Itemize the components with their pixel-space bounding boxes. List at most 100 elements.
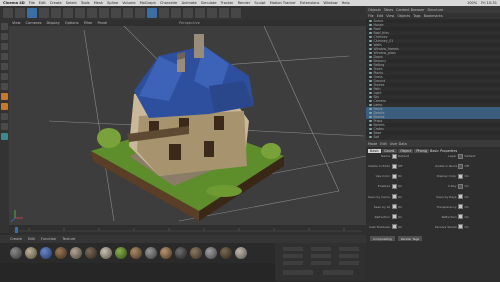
texture-mode-icon[interactable]	[1, 43, 8, 50]
material-swatch[interactable]	[190, 247, 202, 259]
points-mode-icon[interactable]	[1, 63, 8, 70]
viewport-menu-filter[interactable]: Filter	[84, 21, 93, 25]
menu-sculpt[interactable]: Sculpt	[254, 1, 265, 5]
om-menu-view[interactable]: View	[386, 14, 394, 18]
material-swatch[interactable]	[55, 247, 67, 259]
om-menu-bookmarks[interactable]: Bookmarks	[424, 14, 443, 18]
polygons-mode-icon[interactable]	[1, 83, 8, 90]
attribute-checkbox[interactable]	[458, 173, 463, 179]
material-swatch[interactable]	[10, 247, 22, 259]
menu-motion-tracker[interactable]: Motion Tracker	[270, 1, 296, 5]
material-swatch[interactable]	[220, 247, 232, 259]
menu-mograph[interactable]: MoGraph	[140, 1, 156, 5]
edges-mode-icon[interactable]	[1, 73, 8, 80]
menu-create[interactable]: Create	[50, 1, 62, 5]
playhead[interactable]	[15, 227, 18, 233]
om-menu-file[interactable]: File	[368, 14, 374, 18]
attribute-checkbox[interactable]	[391, 183, 397, 189]
tab-content-browser[interactable]: Content Browser	[396, 8, 424, 12]
tab-takes[interactable]: Takes	[384, 8, 393, 12]
attribute-checkbox[interactable]	[391, 214, 397, 220]
menu-window[interactable]: Window	[323, 1, 337, 5]
attribute-checkbox[interactable]	[391, 194, 397, 199]
attribute-row[interactable]: Cast Shadows On	[368, 224, 432, 230]
menu-spline[interactable]: Spline	[107, 1, 118, 5]
menu-edit[interactable]: Edit	[39, 1, 46, 5]
make-editable-icon[interactable]	[1, 23, 8, 30]
menu-animate[interactable]: Animate	[182, 1, 197, 5]
menu-mesh[interactable]: Mesh	[94, 1, 103, 5]
material-swatch[interactable]	[115, 247, 127, 259]
material-swatch[interactable]	[205, 247, 217, 259]
material-menu-edit[interactable]: Edit	[28, 237, 35, 241]
attribute-checkbox[interactable]	[458, 224, 463, 230]
viewport-menu-display[interactable]: Display	[47, 21, 60, 25]
attribute-row[interactable]: Use Color On	[368, 173, 432, 179]
menu-help[interactable]: Help	[342, 1, 350, 5]
material-swatch[interactable]	[85, 247, 97, 259]
material-swatch[interactable]	[235, 247, 247, 259]
cube-icon[interactable]	[147, 8, 157, 18]
viewport-menu-panel[interactable]: Panel	[98, 21, 108, 25]
menu-render[interactable]: Render	[238, 1, 251, 5]
material-swatch[interactable]	[160, 247, 172, 259]
attribute-checkbox[interactable]	[458, 163, 463, 169]
attribute-row[interactable]: X-Ray On	[435, 183, 499, 189]
menu-file[interactable]: File	[29, 1, 35, 5]
attribute-row[interactable]: Name Default	[368, 153, 432, 159]
tab-objects[interactable]: Objects	[368, 8, 381, 12]
enable-axis-icon[interactable]	[1, 93, 8, 100]
workplane-icon[interactable]	[1, 53, 8, 60]
material-menu-texture[interactable]: Texture	[62, 237, 75, 241]
z-axis-icon[interactable]	[99, 8, 109, 18]
material-swatch[interactable]	[145, 247, 157, 259]
material-swatch[interactable]	[100, 247, 112, 259]
attribute-checkbox[interactable]	[458, 214, 463, 220]
solo-icon[interactable]	[1, 133, 8, 140]
viewport[interactable]: View Cameras Display Options Filter Pane…	[9, 20, 366, 225]
attribute-checkbox[interactable]	[458, 194, 463, 199]
material-menu-function[interactable]: Function	[41, 237, 56, 241]
viewport-menu-cameras[interactable]: Cameras	[26, 21, 42, 25]
viewport-menu-options[interactable]: Options	[65, 21, 79, 25]
material-swatch[interactable]	[25, 247, 37, 259]
material-swatch[interactable]	[175, 247, 187, 259]
attribute-row[interactable]: Seen by Rays On	[435, 194, 499, 199]
attribute-checkbox[interactable]	[391, 173, 397, 179]
material-swatch[interactable]	[40, 247, 52, 259]
y-axis-icon[interactable]	[87, 8, 97, 18]
light-icon[interactable]	[231, 8, 241, 18]
render-settings-icon[interactable]	[135, 8, 145, 18]
move-icon[interactable]	[39, 8, 49, 18]
snap-icon[interactable]	[1, 113, 8, 120]
live-selection-icon[interactable]	[27, 8, 37, 18]
floor-icon[interactable]	[207, 8, 217, 18]
attribute-row[interactable]: Layer Default	[435, 153, 499, 159]
viewport-menu-view[interactable]: View	[12, 21, 21, 25]
menu-select[interactable]: Select	[66, 1, 77, 5]
attribute-row[interactable]: Transparency On	[435, 204, 499, 210]
undo-icon[interactable]	[3, 8, 13, 18]
object-row[interactable]: Soil	[366, 135, 500, 139]
attr-menu-user-data[interactable]: User Data	[390, 142, 407, 146]
material-menu-create[interactable]: Create	[10, 237, 22, 241]
attribute-row[interactable]: Visible in Editor Off	[368, 163, 432, 169]
menu-tools[interactable]: Tools	[81, 1, 90, 5]
om-menu-objects[interactable]: Objects	[397, 14, 410, 18]
menu-character[interactable]: Character	[160, 1, 178, 5]
attr-menu-mode[interactable]: Mode	[368, 142, 377, 146]
attribute-checkbox[interactable]	[391, 163, 397, 169]
pen-icon[interactable]	[159, 8, 169, 18]
app-name[interactable]: Cinema 4D	[3, 1, 25, 5]
attr-tab-basic[interactable]: Basic	[368, 148, 381, 153]
material-swatch[interactable]	[130, 247, 142, 259]
attribute-checkbox[interactable]	[458, 153, 463, 159]
attr-tab-object[interactable]: Object	[398, 148, 414, 153]
attribute-checkbox[interactable]	[391, 153, 397, 159]
timeline[interactable]	[9, 225, 366, 235]
attribute-row[interactable]: Seen by GI On	[368, 204, 432, 210]
om-menu-tags[interactable]: Tags	[413, 14, 421, 18]
rotate-icon[interactable]	[63, 8, 73, 18]
menu-volume[interactable]: Volume	[122, 1, 135, 5]
menu-simulate[interactable]: Simulate	[201, 1, 217, 5]
